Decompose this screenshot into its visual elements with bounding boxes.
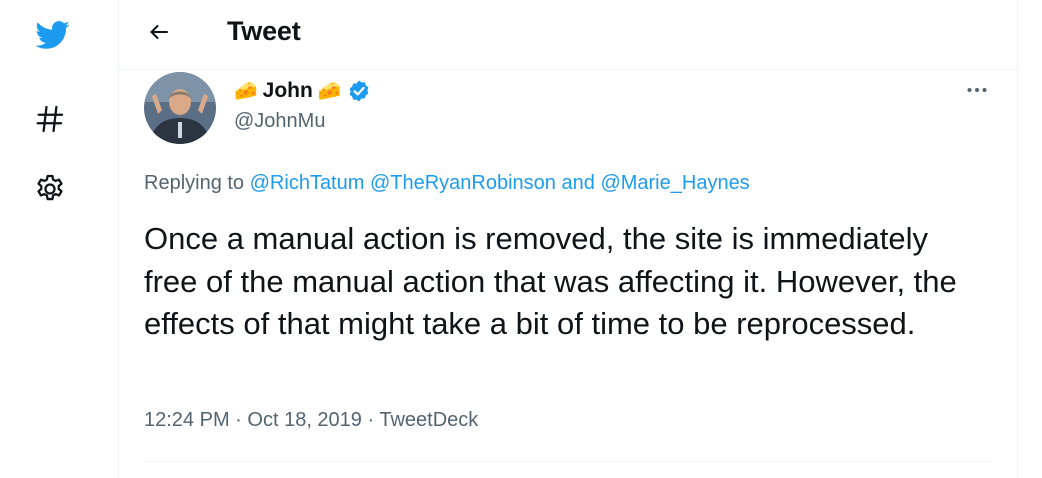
back-button[interactable] (141, 14, 177, 50)
hashtag-icon[interactable] (27, 96, 73, 142)
mention-link[interactable]: @Marie_Haynes (600, 172, 749, 194)
mention-link[interactable]: @RichTatum (250, 172, 365, 194)
page-title: Tweet (227, 16, 301, 46)
more-dots-icon (967, 88, 987, 92)
author-display-name: John (262, 79, 313, 102)
author-name[interactable]: 🧀 John 🧀 (234, 79, 371, 103)
tweet-date[interactable]: Oct 18, 2019 (247, 409, 362, 431)
tweet-source[interactable]: TweetDeck (379, 409, 478, 431)
avatar[interactable] (144, 72, 216, 144)
sidebar (0, 0, 118, 478)
replying-to: Replying to @RichTatum @TheRyanRobinson … (144, 172, 750, 195)
tweet-text: Once a manual action is removed, the sit… (144, 221, 957, 341)
header: Tweet (119, 0, 1017, 70)
gear-icon[interactable] (27, 166, 73, 212)
mention-link[interactable]: @TheRyanRobinson (370, 172, 556, 194)
separator: · (367, 409, 375, 431)
tweet-metadata: 12:24 PM · Oct 18, 2019 · TweetDeck (144, 409, 478, 432)
tweet-time[interactable]: 12:24 PM (144, 409, 230, 431)
more-options-button[interactable] (959, 75, 995, 105)
cheese-emoji: 🧀 (234, 81, 258, 102)
replying-label: Replying to (144, 172, 245, 194)
arrow-left-icon (150, 25, 168, 39)
cheese-emoji: 🧀 (317, 81, 342, 102)
tweet-detail-column: Tweet 🧀 John 🧀 @JohnMu Replying to @Rich… (118, 0, 1018, 478)
author-handle[interactable]: @JohnMu (234, 110, 325, 133)
twitter-bird-icon[interactable] (27, 12, 77, 58)
mention-joiner: and (561, 172, 595, 194)
divider (144, 461, 992, 462)
verified-badge-icon (349, 80, 368, 102)
separator: · (235, 409, 242, 431)
